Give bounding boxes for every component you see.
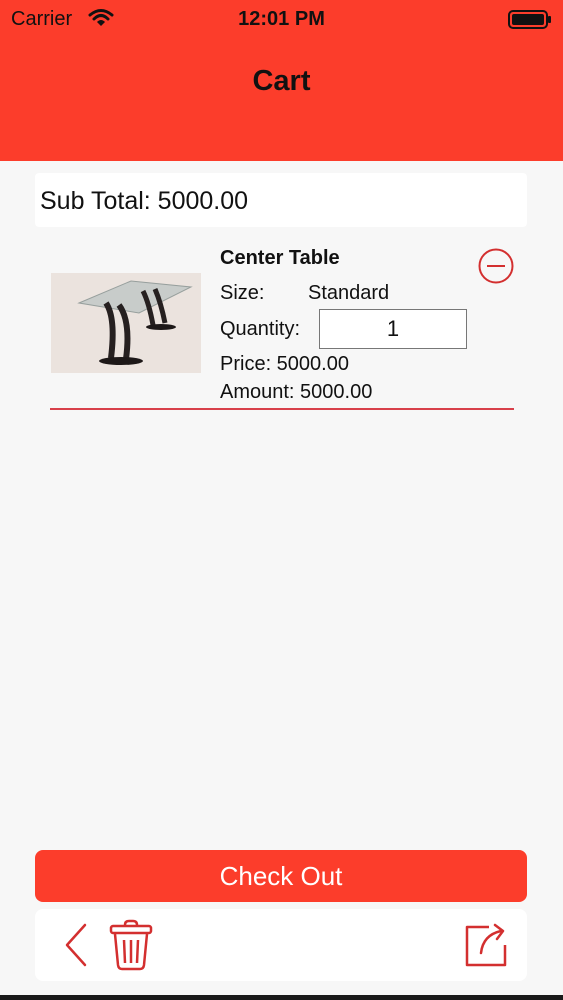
bottom-toolbar — [35, 909, 527, 981]
price-text: Price: 5000.00 — [220, 353, 349, 375]
size-label: Size: — [220, 282, 265, 304]
quantity-label: Quantity: — [220, 318, 301, 340]
size-value: Standard — [308, 282, 390, 304]
battery-icon — [508, 10, 552, 36]
bottom-edge-bar — [0, 995, 563, 1000]
checkout-button[interactable]: Check Out — [35, 850, 527, 902]
amount-text: Amount: 5000.00 — [220, 381, 373, 403]
product-name: Center Table — [220, 247, 340, 269]
quantity-input[interactable] — [319, 309, 467, 349]
status-time: 12:01 PM — [238, 8, 325, 30]
cart-item: Center Table Size: Standard Quantity: Pr… — [50, 240, 514, 410]
subtotal-text: Sub Total: 5000.00 — [40, 187, 249, 215]
status-bar: Carrier 12:01 PM — [0, 0, 563, 40]
trash-icon[interactable] — [107, 919, 155, 971]
page-title: Cart — [252, 65, 311, 97]
chevron-left-icon[interactable] — [57, 921, 97, 969]
product-image-center-table — [51, 273, 201, 373]
share-icon[interactable] — [463, 921, 511, 969]
cart-screen: Carrier 12:01 PM Cart Sub Total: 5000.00 — [0, 0, 563, 1000]
subtotal-panel: Sub Total: 5000.00 — [35, 173, 527, 227]
header-bar: Carrier 12:01 PM Cart — [0, 0, 563, 161]
remove-item-icon[interactable] — [478, 248, 514, 284]
